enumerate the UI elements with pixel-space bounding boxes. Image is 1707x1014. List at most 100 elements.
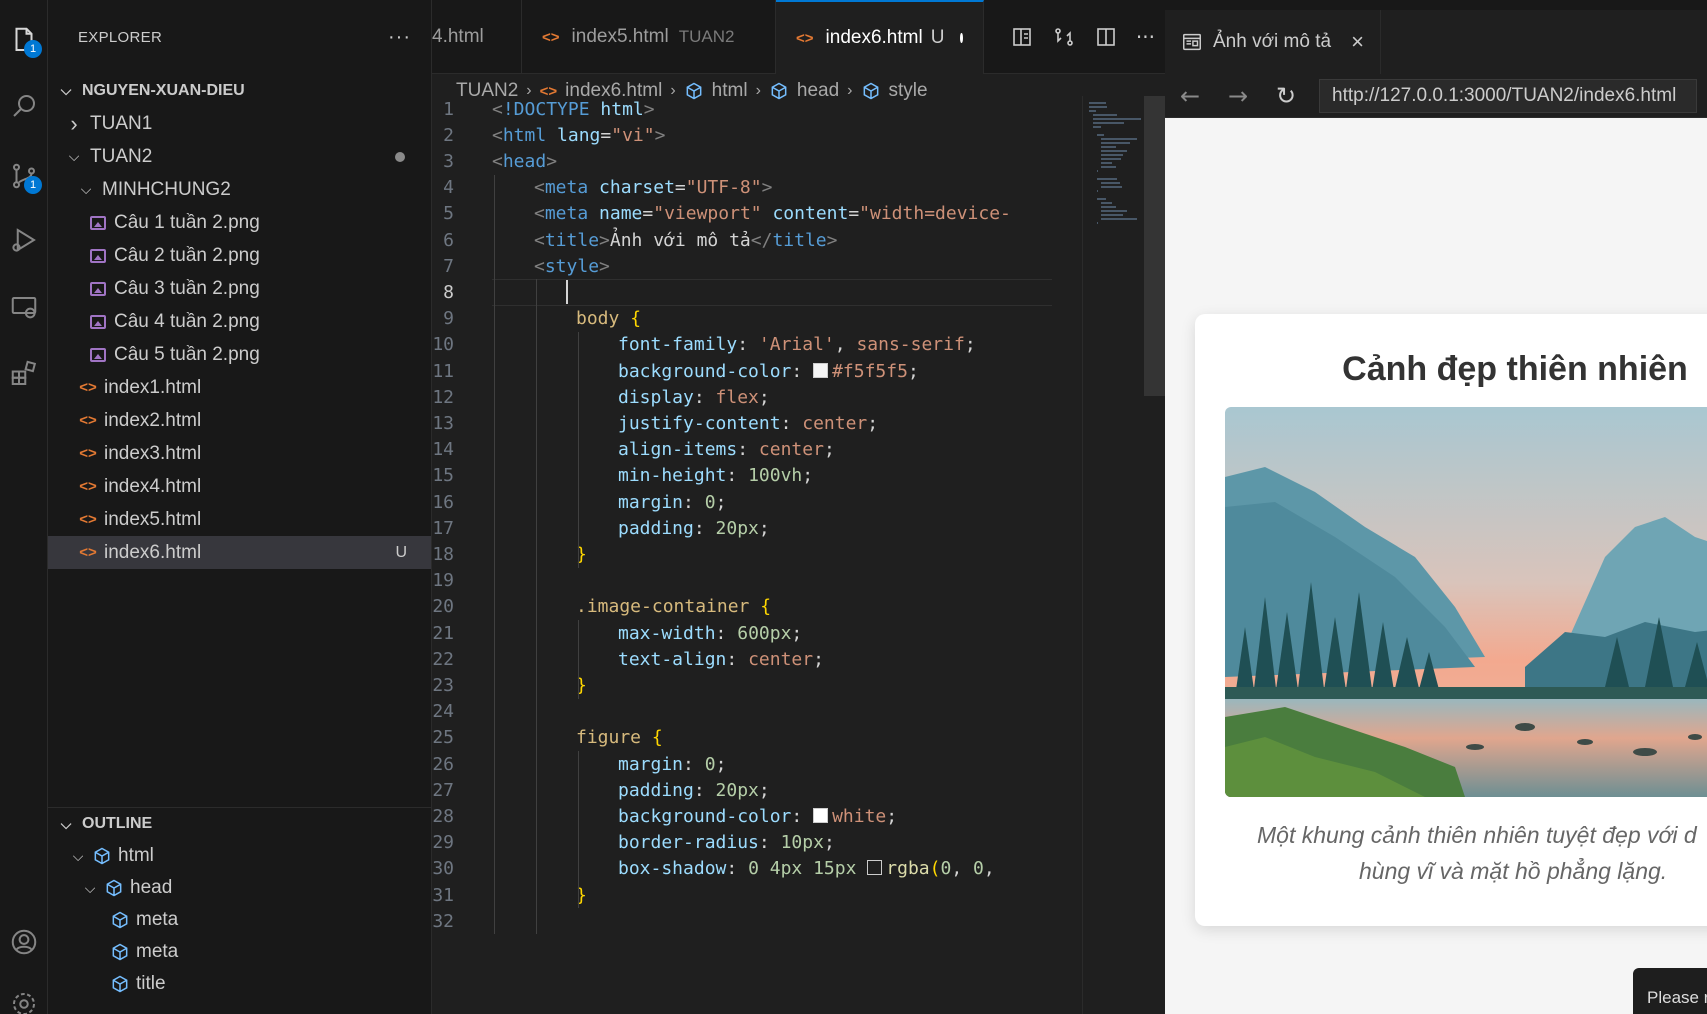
code-line[interactable]: 32: [432, 908, 454, 934]
outline-item[interactable]: ⌵ head: [48, 872, 431, 904]
tree-item-label: MINHCHUNG2: [102, 178, 231, 200]
address-bar[interactable]: http://127.0.0.1:3000/TUAN2/index6.html: [1319, 78, 1697, 113]
tree-item-label: Câu 3 tuần 2.png: [114, 277, 260, 299]
code-line[interactable]: 16 margin: 0;: [432, 489, 726, 515]
tree-item-label: Câu 5 tuần 2.png: [114, 343, 260, 365]
code-editor[interactable]: 1 <!DOCTYPE html> 2 <html lang="vi"> 3 <head>…: [432, 96, 1082, 1014]
code-line[interactable]: 19: [432, 568, 454, 594]
code-line[interactable]: 26 margin: 0;: [432, 751, 726, 777]
tree-item-image[interactable]: Câu 4 tuần 2.png: [48, 305, 431, 338]
tree-item-html[interactable]: <> index5.html: [48, 503, 431, 536]
code-token: html: [600, 98, 644, 120]
code-line[interactable]: 23}: [432, 672, 587, 698]
tree-item-image[interactable]: Câu 1 tuần 2.png: [48, 206, 431, 239]
code-line[interactable]: 22 text-align: center;: [432, 646, 824, 672]
code-line[interactable]: 30 box-shadow: 0 4px 15px rgba(0, 0,: [432, 856, 994, 882]
code-line[interactable]: 2 <html lang="vi">: [432, 122, 665, 148]
line-number: 31: [432, 884, 454, 906]
minimap[interactable]: [1082, 96, 1144, 1014]
remote-explorer-icon[interactable]: [0, 284, 48, 332]
tree-item-folder[interactable]: ⌵ MINHCHUNG2: [48, 173, 431, 206]
workspace-root[interactable]: ⌵ NGUYEN-XUAN-DIEU: [48, 74, 431, 107]
tree-item-image[interactable]: Câu 3 tuần 2.png: [48, 272, 431, 305]
code-line[interactable]: 17 padding: 20px;: [432, 515, 769, 541]
tree-item-image[interactable]: Câu 2 tuần 2.png: [48, 239, 431, 272]
code-token: 0: [940, 858, 952, 880]
explorer-icon[interactable]: 1: [0, 16, 48, 64]
account-icon[interactable]: [0, 918, 48, 966]
code-line[interactable]: 4 <meta charset="UTF-8">: [432, 175, 772, 201]
code-line[interactable]: 29 border-radius: 10px;: [432, 830, 834, 856]
search-icon[interactable]: [0, 82, 48, 130]
editor-tabs: 4.html <> index5.html TUAN2 <> index6.ht…: [432, 0, 1165, 74]
code-line[interactable]: 13 justify-content: center;: [432, 410, 878, 436]
reload-icon[interactable]: ↻: [1271, 82, 1301, 110]
tree-item-folder[interactable]: ⌵ TUAN2: [48, 140, 431, 173]
code-line[interactable]: 21 max-width: 600px;: [432, 620, 802, 646]
tree-item-folder[interactable]: › TUAN1: [48, 107, 431, 140]
tree-item-html[interactable]: <> index3.html: [48, 437, 431, 470]
code-line[interactable]: 7 <style>: [432, 253, 610, 279]
code-line[interactable]: 8: [432, 279, 454, 305]
code-line[interactable]: 11 background-color: #f5f5f5;: [432, 358, 918, 384]
code-line[interactable]: 5 <meta name="viewport" content="width=de…: [432, 201, 1011, 227]
code-line[interactable]: 10 font-family: 'Arial', sans-serif;: [432, 332, 975, 358]
code-line[interactable]: 6 <title>Ảnh với mô tả</title>: [432, 227, 837, 253]
back-arrow-icon[interactable]: ←: [1175, 82, 1205, 110]
run-debug-icon[interactable]: [0, 216, 48, 264]
forward-arrow-icon[interactable]: →: [1223, 82, 1253, 110]
source-control-icon[interactable]: 1: [0, 152, 48, 200]
tab-index6[interactable]: <> index6.html U: [776, 0, 984, 74]
browser-tab[interactable]: Ảnh với mô tả ×: [1165, 10, 1381, 74]
compare-changes-icon[interactable]: [1052, 25, 1076, 49]
settings-gear-icon[interactable]: [0, 980, 48, 1014]
tree-item-image[interactable]: Câu 5 tuần 2.png: [48, 338, 431, 371]
outline-item[interactable]: meta: [48, 904, 431, 936]
code-line[interactable]: 15 min-height: 100vh;: [432, 463, 813, 489]
code-token: :: [737, 334, 759, 356]
outline-item[interactable]: ⌵ html: [48, 840, 431, 872]
outline-header[interactable]: ⌵ OUTLINE: [48, 808, 431, 840]
tree-item-html[interactable]: <> index1.html: [48, 371, 431, 404]
more-actions-icon[interactable]: ···: [1136, 25, 1155, 49]
tab-index4[interactable]: 4.html: [432, 0, 522, 74]
tab-index5[interactable]: <> index5.html TUAN2: [522, 0, 776, 74]
tree-item-html[interactable]: <> index6.html U: [48, 536, 431, 569]
code-line[interactable]: 20 .image-container {: [432, 594, 771, 620]
code-line[interactable]: 18}: [432, 541, 587, 567]
code-line[interactable]: 14 align-items: center;: [432, 437, 834, 463]
notification-toast[interactable]: Please r: [1633, 968, 1707, 1014]
code-line[interactable]: 25 figure {: [432, 725, 662, 751]
code-token: sans-serif: [856, 334, 965, 356]
code-line[interactable]: 3 <head>: [432, 148, 557, 174]
tree-item-label: Câu 1 tuần 2.png: [114, 211, 260, 233]
tree-item-label: index5.html: [104, 508, 202, 530]
outline-item[interactable]: meta: [48, 936, 431, 968]
code-line[interactable]: 9 body {: [432, 306, 641, 332]
code-line[interactable]: 12 display: flex;: [432, 384, 769, 410]
unsaved-dot-icon[interactable]: [960, 33, 963, 43]
line-number: 5: [443, 203, 454, 225]
split-editor-icon[interactable]: [1094, 25, 1118, 49]
vertical-scrollbar[interactable]: [1144, 96, 1165, 396]
code-text: min-height: 100vh;: [618, 465, 813, 486]
code-line[interactable]: 24: [432, 699, 454, 725]
symbol-element-icon: [92, 846, 112, 866]
outline-item[interactable]: title: [48, 968, 431, 1000]
code-line[interactable]: 28 background-color: white;: [432, 803, 897, 829]
code-token: <: [534, 177, 545, 199]
line-number: 22: [432, 648, 454, 670]
code-token: flex: [715, 386, 759, 408]
code-line[interactable]: 1 <!DOCTYPE html>: [432, 96, 654, 122]
code-token: >: [546, 150, 558, 172]
minimap-line: [1097, 222, 1099, 224]
extensions-icon[interactable]: [0, 350, 48, 398]
open-preview-icon[interactable]: [1010, 25, 1034, 49]
tree-item-html[interactable]: <> index4.html: [48, 470, 431, 503]
code-line[interactable]: 27 padding: 20px;: [432, 777, 769, 803]
tree-item-html[interactable]: <> index2.html: [48, 404, 431, 437]
code-line[interactable]: 31}: [432, 882, 587, 908]
explorer-more-button[interactable]: ···: [388, 26, 411, 49]
color-swatch-icon: [867, 860, 883, 876]
close-icon[interactable]: ×: [1351, 29, 1364, 55]
